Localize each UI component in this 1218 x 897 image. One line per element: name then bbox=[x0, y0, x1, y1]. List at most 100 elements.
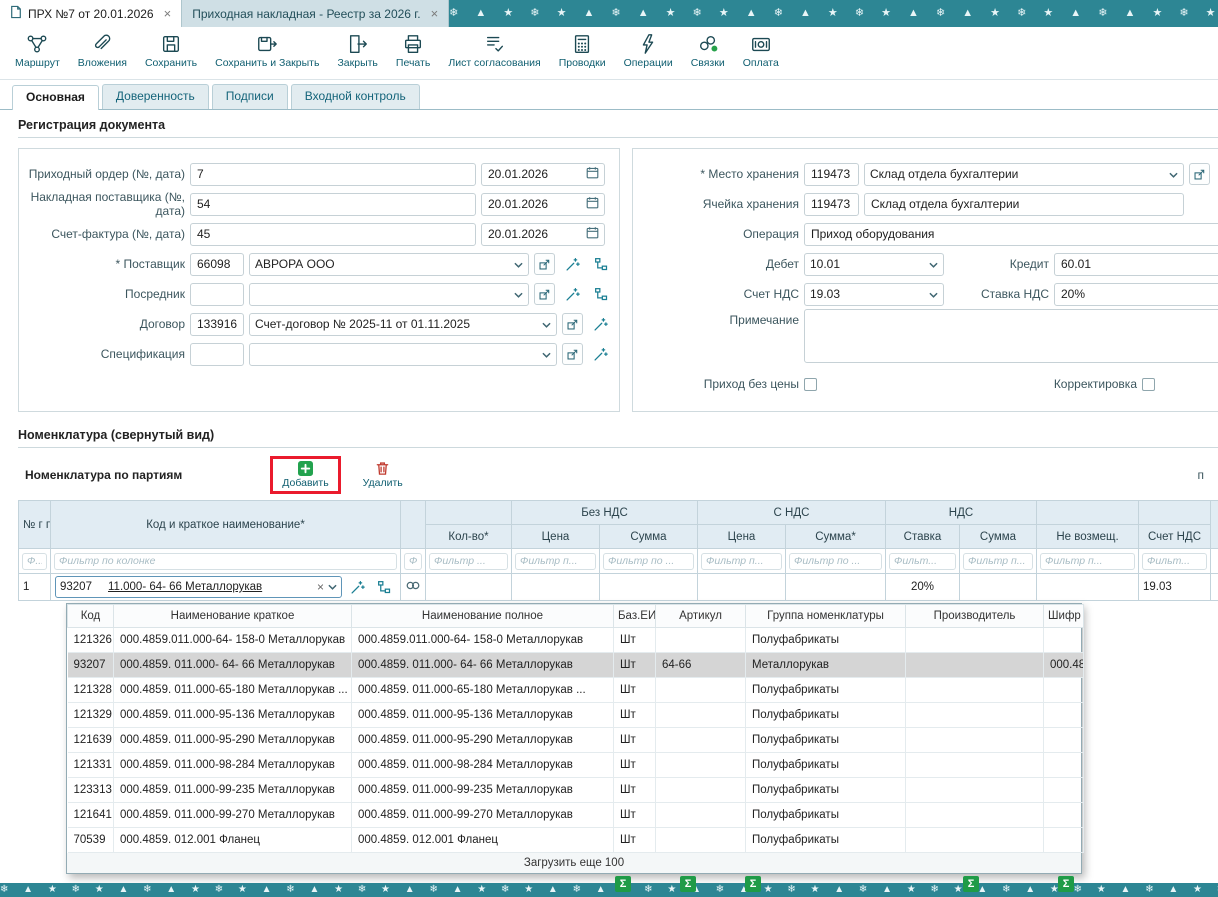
open-card-button[interactable] bbox=[1189, 163, 1210, 185]
open-card-button[interactable] bbox=[562, 313, 583, 335]
sum-button[interactable]: Σ bbox=[680, 876, 696, 892]
window-tab-document[interactable]: ПРХ №7 от 20.01.2026 × bbox=[0, 0, 182, 27]
chevron-down-icon[interactable] bbox=[514, 287, 523, 301]
intermediary-code-input[interactable] bbox=[190, 283, 244, 306]
contract-combobox[interactable]: Счет-договор № 2025-11 от 01.11.2025 bbox=[249, 313, 557, 336]
calendar-icon[interactable] bbox=[586, 196, 599, 212]
nomenclature-option-row[interactable]: 121329 000.4859. 011.000-95-136 Металлор… bbox=[68, 703, 1084, 728]
nomenclature-combobox[interactable]: 93207 11.000- 64- 66 Металлорукав × bbox=[55, 576, 342, 598]
hierarchy-button[interactable] bbox=[589, 253, 613, 275]
column-header-vat-account[interactable]: Счет НДС bbox=[1139, 525, 1211, 549]
link-cell[interactable] bbox=[401, 574, 426, 601]
filter-input-num[interactable] bbox=[22, 553, 47, 570]
vat-rate-cell[interactable]: 20% bbox=[886, 574, 960, 601]
dd-header-short-name[interactable]: Наименование краткое bbox=[114, 605, 352, 628]
add-button[interactable]: Добавить bbox=[278, 460, 332, 490]
save-close-button[interactable]: Сохранить и Закрыть bbox=[208, 32, 326, 70]
filter-input-sum-with-vat[interactable] bbox=[789, 553, 882, 570]
approval-sheet-button[interactable]: Лист согласования bbox=[441, 32, 547, 70]
dd-header-cipher[interactable]: Шифр изделия bbox=[1044, 605, 1084, 628]
clear-icon[interactable]: × bbox=[317, 580, 324, 594]
dd-header-code[interactable]: Код bbox=[68, 605, 114, 628]
column-header-vat-rate[interactable]: Ставка bbox=[886, 525, 960, 549]
filter-input-name[interactable] bbox=[54, 553, 397, 570]
storage-cell-code-input[interactable] bbox=[804, 193, 859, 216]
filter-input-price-no-vat[interactable] bbox=[515, 553, 596, 570]
chevron-down-icon[interactable] bbox=[514, 257, 523, 271]
column-header-num[interactable]: № г п▲ bbox=[19, 501, 51, 549]
column-header-sum-no-vat[interactable]: Сумма bbox=[600, 525, 698, 549]
dd-header-unit[interactable]: Баз.ЕИ bbox=[614, 605, 656, 628]
filter-input-price-with-vat[interactable] bbox=[701, 553, 782, 570]
intermediary-combobox[interactable] bbox=[249, 283, 529, 306]
date-value[interactable] bbox=[488, 227, 582, 241]
sum-button[interactable]: Σ bbox=[615, 876, 631, 892]
order-date-input[interactable] bbox=[481, 163, 605, 186]
storage-combobox[interactable]: Склад отдела бухгалтерии bbox=[864, 163, 1184, 186]
supplier-code-input[interactable] bbox=[190, 253, 244, 276]
filter-input-flags[interactable] bbox=[404, 553, 422, 570]
tab-main[interactable]: Основная bbox=[12, 85, 99, 110]
correction-checkbox[interactable] bbox=[1142, 378, 1155, 391]
route-button[interactable]: Маршрут bbox=[8, 32, 67, 70]
open-card-button[interactable] bbox=[562, 343, 583, 365]
close-tab-icon[interactable]: × bbox=[164, 7, 172, 20]
filter-input-sum-no-vat[interactable] bbox=[603, 553, 694, 570]
hierarchy-button[interactable] bbox=[372, 576, 396, 598]
supplier-invoice-number-input[interactable] bbox=[190, 193, 476, 216]
close-button[interactable]: Закрыть bbox=[330, 32, 384, 70]
invoice-date-input[interactable] bbox=[481, 223, 605, 246]
open-card-button[interactable] bbox=[534, 253, 555, 275]
contract-code-input[interactable] bbox=[190, 313, 244, 336]
column-header-qty[interactable]: Кол-во* bbox=[426, 525, 512, 549]
filter-input-qty[interactable] bbox=[429, 553, 508, 570]
dd-header-article[interactable]: Артикул bbox=[656, 605, 746, 628]
chevron-down-icon[interactable] bbox=[1169, 167, 1178, 181]
delete-button[interactable]: Удалить bbox=[359, 460, 407, 490]
open-card-button[interactable] bbox=[534, 283, 555, 305]
chevron-down-icon[interactable] bbox=[542, 317, 551, 331]
attachments-button[interactable]: Вложения bbox=[71, 32, 134, 70]
note-textarea[interactable] bbox=[804, 309, 1218, 363]
dd-header-full-name[interactable]: Наименование полное bbox=[352, 605, 614, 628]
nomenclature-option-row[interactable]: 121328 000.4859. 011.000-65-180 Металлор… bbox=[68, 678, 1084, 703]
save-button[interactable]: Сохранить bbox=[138, 32, 204, 70]
vat-sum-cell[interactable] bbox=[960, 574, 1037, 601]
dd-header-group[interactable]: Группа номенклатуры bbox=[746, 605, 906, 628]
filter-input-vat-rate[interactable] bbox=[889, 553, 956, 570]
date-value[interactable] bbox=[488, 167, 582, 181]
credit-input[interactable] bbox=[1054, 253, 1218, 276]
column-header-vat-sum[interactable]: Сумма bbox=[960, 525, 1037, 549]
nomenclature-option-row[interactable]: 121331 000.4859. 011.000-98-284 Металлор… bbox=[68, 753, 1084, 778]
nomenclature-option-row[interactable]: 93207 000.4859. 011.000- 64- 66 Металлор… bbox=[68, 653, 1084, 678]
nomenclature-option-row[interactable]: 123313 000.4859. 011.000-99-235 Металлор… bbox=[68, 778, 1084, 803]
magic-wand-button[interactable] bbox=[588, 313, 612, 335]
sum-button[interactable]: Σ bbox=[963, 876, 979, 892]
tab-input-control[interactable]: Входной контроль bbox=[291, 84, 420, 109]
storage-code-input[interactable] bbox=[804, 163, 859, 186]
vat-rate-input[interactable] bbox=[1054, 283, 1218, 306]
debit-combobox[interactable]: 10.01 bbox=[804, 253, 944, 276]
filter-input-vat-account[interactable] bbox=[1142, 553, 1207, 570]
magic-wand-button[interactable] bbox=[345, 576, 369, 598]
window-tab-registry[interactable]: Приходная накладная - Реестр за 2026 г. … bbox=[182, 0, 449, 27]
chevron-down-icon[interactable] bbox=[328, 581, 337, 593]
supplier-invoice-date-input[interactable] bbox=[481, 193, 605, 216]
hierarchy-button[interactable] bbox=[589, 283, 613, 305]
column-header-sum-with-vat[interactable]: Сумма* bbox=[786, 525, 886, 549]
specification-combobox[interactable] bbox=[249, 343, 557, 366]
load-more-button[interactable]: Загрузить еще 100 bbox=[67, 853, 1081, 873]
column-header-nonrefund[interactable]: Не возмещ. bbox=[1037, 525, 1139, 549]
magic-wand-button[interactable] bbox=[560, 253, 584, 275]
magic-wand-button[interactable] bbox=[560, 283, 584, 305]
supplier-combobox[interactable]: АВРОРА ООО bbox=[249, 253, 529, 276]
calendar-icon[interactable] bbox=[586, 166, 599, 182]
chevron-down-icon[interactable] bbox=[929, 257, 938, 271]
sum-no-vat-cell[interactable] bbox=[600, 574, 698, 601]
nomenclature-option-row[interactable]: 121326 000.4859.011.000-64- 158-0 Металл… bbox=[68, 628, 1084, 653]
sum-with-vat-cell[interactable] bbox=[786, 574, 886, 601]
links-button[interactable]: Связки bbox=[684, 32, 732, 70]
column-header-name[interactable]: Код и краткое наименование* bbox=[51, 501, 401, 549]
sum-button[interactable]: Σ bbox=[1058, 876, 1074, 892]
tab-power-of-attorney[interactable]: Доверенность bbox=[102, 84, 209, 109]
